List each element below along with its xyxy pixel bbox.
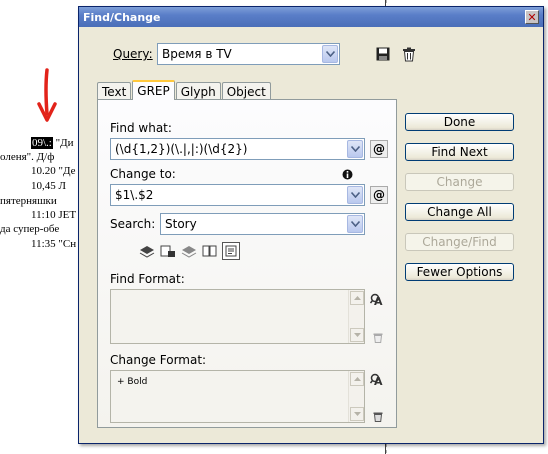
info-button[interactable] bbox=[338, 165, 356, 183]
chevron-down-icon bbox=[353, 412, 361, 416]
tab-text[interactable]: Text bbox=[97, 82, 132, 100]
change-format-box[interactable]: + Bold bbox=[110, 370, 365, 423]
specify-change-format-button[interactable]: A bbox=[369, 371, 387, 389]
query-label: Query: bbox=[113, 47, 153, 61]
change-format-value: + Bold bbox=[117, 377, 148, 387]
find-change-dialog: Find/Change ✕ Query: Время в TV Text GRE… bbox=[78, 6, 544, 444]
change-format-label: Change Format: bbox=[110, 353, 207, 367]
magnifier-text-icon: A bbox=[370, 373, 383, 387]
chevron-up-icon bbox=[353, 377, 361, 381]
scroll-down-button[interactable] bbox=[350, 407, 364, 421]
search-label: Search: bbox=[110, 217, 156, 231]
specify-find-format-button[interactable]: A bbox=[369, 291, 387, 309]
doc-line-1: 09\.: "Ди bbox=[31, 137, 74, 149]
info-icon bbox=[342, 169, 352, 179]
find-format-scrollbar[interactable] bbox=[348, 290, 364, 343]
trash-icon bbox=[403, 47, 415, 61]
at-sign-menu-icon: @ bbox=[373, 142, 385, 156]
find-what-label: Find what: bbox=[110, 121, 172, 135]
tab-grep[interactable]: GREP bbox=[132, 80, 175, 100]
tab-object[interactable]: Object bbox=[221, 82, 271, 100]
find-what-value: (\d{1,2})(\.|,|:)(\d{2}) bbox=[115, 142, 248, 156]
find-format-label: Find Format: bbox=[110, 272, 185, 286]
chevron-down-icon bbox=[347, 140, 363, 158]
doc-line-3: 10.20 "Де bbox=[31, 165, 76, 177]
chevron-up-icon bbox=[353, 296, 361, 300]
trash-icon bbox=[373, 412, 383, 422]
change-find-button[interactable]: Change/Find bbox=[405, 233, 514, 251]
chevron-down-icon bbox=[353, 333, 361, 337]
title-bar[interactable]: Find/Change bbox=[79, 7, 543, 27]
search-scope-dropdown[interactable]: Story bbox=[160, 213, 365, 235]
change-to-value: $1\.$2 bbox=[115, 188, 154, 202]
doc-line-8: 11:35 "Сн bbox=[31, 238, 77, 250]
close-icon: ✕ bbox=[527, 10, 537, 24]
trash-icon bbox=[373, 333, 383, 343]
locked-layers-icon bbox=[139, 246, 155, 258]
doc-line-4: 10,45 Л bbox=[31, 180, 66, 192]
query-dropdown[interactable]: Время в TV bbox=[157, 43, 340, 65]
tab-glyph[interactable]: Glyph bbox=[175, 82, 221, 100]
close-button[interactable]: ✕ bbox=[525, 10, 539, 24]
change-to-label: Change to: bbox=[110, 167, 176, 181]
search-options-row bbox=[138, 242, 240, 260]
change-special-chars-button[interactable]: @ bbox=[370, 186, 388, 204]
doc-line-6: 11:10 JET bbox=[31, 209, 77, 221]
red-down-arrow-annotation bbox=[37, 68, 57, 122]
chevron-down-icon bbox=[347, 215, 363, 233]
doc-line-5: пятерняшки bbox=[0, 195, 57, 207]
grep-tab-panel: Find what: (\d{1,2})(\.|,|:)(\d{2}) @ Ch… bbox=[97, 99, 397, 428]
include-footnotes-toggle[interactable] bbox=[222, 242, 240, 260]
tab-strip: Text GREP Glyph Object bbox=[97, 80, 272, 100]
query-value: Время в TV bbox=[162, 47, 232, 61]
clear-find-format-button[interactable] bbox=[369, 328, 387, 346]
fewer-options-button[interactable]: Fewer Options bbox=[405, 263, 514, 281]
find-next-button[interactable]: Find Next bbox=[405, 143, 514, 161]
scroll-up-button[interactable] bbox=[350, 372, 364, 386]
done-button[interactable]: Done bbox=[405, 113, 514, 131]
hidden-layers-icon bbox=[181, 246, 197, 258]
clear-change-format-button[interactable] bbox=[369, 407, 387, 425]
magnifier-text-icon: A bbox=[370, 293, 383, 307]
search-scope-value: Story bbox=[165, 217, 197, 231]
change-button[interactable]: Change bbox=[405, 173, 514, 191]
change-format-scrollbar[interactable] bbox=[348, 371, 364, 422]
find-format-box[interactable] bbox=[110, 289, 365, 344]
change-to-input[interactable]: $1\.$2 bbox=[110, 184, 365, 206]
chevron-down-icon bbox=[347, 186, 363, 204]
scroll-down-button[interactable] bbox=[350, 328, 364, 342]
include-locked-layers-toggle[interactable] bbox=[138, 242, 156, 260]
doc-line-7: да супер-обе bbox=[0, 223, 60, 235]
doc-line-2: оленя". Д/ф bbox=[0, 151, 55, 163]
dialog-title: Find/Change bbox=[83, 10, 161, 24]
locked-stories-icon bbox=[160, 245, 175, 257]
chevron-down-icon bbox=[322, 45, 338, 63]
change-all-button[interactable]: Change All bbox=[405, 203, 514, 221]
master-pages-icon bbox=[202, 245, 217, 257]
save-query-button[interactable] bbox=[374, 45, 392, 63]
include-hidden-layers-toggle[interactable] bbox=[180, 242, 198, 260]
delete-query-button[interactable] bbox=[400, 45, 418, 63]
save-icon bbox=[376, 47, 390, 61]
include-locked-stories-toggle[interactable] bbox=[159, 242, 177, 260]
scroll-up-button[interactable] bbox=[350, 291, 364, 305]
at-sign-menu-icon: @ bbox=[373, 188, 385, 202]
find-what-input[interactable]: (\d{1,2})(\.|,|:)(\d{2}) bbox=[110, 138, 365, 160]
highlighted-match: 09\.: bbox=[31, 137, 53, 149]
include-master-pages-toggle[interactable] bbox=[201, 242, 219, 260]
find-special-chars-button[interactable]: @ bbox=[370, 140, 388, 158]
footnotes-icon bbox=[225, 245, 237, 257]
